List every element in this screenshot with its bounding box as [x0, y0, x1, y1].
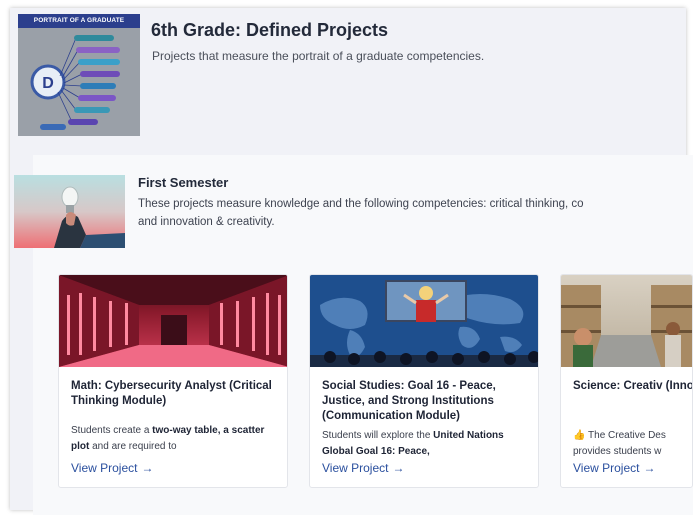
project-card-math[interactable]: Math: Cybersecurity Analyst (Critical Th… — [58, 274, 288, 488]
view-project-label: View Project — [71, 461, 138, 475]
warehouse-icon — [561, 285, 692, 367]
page-subtitle: Projects that measure the portrait of a … — [152, 49, 485, 63]
lightbulb-hand-icon — [54, 186, 125, 248]
view-project-label: View Project — [573, 461, 640, 475]
card-description: Students will explore the United Nations… — [322, 428, 527, 460]
card-description: Students create a two-way table, a scatt… — [71, 423, 276, 455]
arrow-right-icon: → — [643, 461, 656, 475]
card-description-text-end: and are required to — [89, 441, 177, 452]
card-description-text: Students create a — [71, 425, 153, 436]
svg-text:D: D — [42, 75, 54, 92]
portrait-diagram-icon: D — [30, 35, 120, 130]
cybersecurity-server-room-image — [59, 275, 287, 367]
card-description-line-1: 👍 The Creative Des — [573, 430, 666, 441]
semester-description-line-1: These projects measure knowledge and the… — [138, 198, 584, 210]
view-project-label: View Project — [322, 461, 389, 475]
card-title: Science: Creativ (Innovation & Cr Module… — [573, 380, 693, 392]
project-card-social-studies[interactable]: Social Studies: Goal 16 - Peace, Justice… — [309, 274, 539, 488]
semester-title: First Semester — [138, 175, 229, 190]
view-project-link[interactable]: View Project → — [322, 461, 404, 475]
page-title: 6th Grade: Defined Projects — [151, 20, 389, 40]
view-project-link[interactable]: View Project → — [71, 461, 153, 475]
server-room-icon — [59, 275, 287, 367]
project-card-science[interactable]: Science: Creativ (Innovation & Cr Module… — [560, 274, 693, 488]
thumbnail-banner: PORTRAIT OF A GRADUATE — [18, 14, 140, 28]
world-map-presenter-image — [310, 275, 538, 367]
arrow-right-icon: → — [392, 461, 405, 475]
semester-image — [14, 175, 125, 248]
card-description: 👍 The Creative Des provides students w — [573, 428, 692, 460]
semester-description: These projects measure knowledge and the… — [138, 196, 674, 232]
card-description-line-2: provides students w — [573, 446, 662, 457]
arrow-right-icon: → — [141, 461, 154, 475]
world-map-icon — [310, 280, 538, 367]
warehouse-scene-image — [561, 275, 692, 367]
card-title: Math: Cybersecurity Analyst (Critical Th… — [71, 380, 272, 407]
semester-description-line-2: and innovation & creativity. — [138, 215, 275, 228]
view-project-link[interactable]: View Project → — [573, 461, 655, 475]
portrait-of-graduate-thumbnail: PORTRAIT OF A GRADUATE D — [18, 14, 140, 136]
card-title: Social Studies: Goal 16 - Peace, Justice… — [322, 380, 496, 422]
card-description-text: Students will explore the — [322, 430, 434, 441]
